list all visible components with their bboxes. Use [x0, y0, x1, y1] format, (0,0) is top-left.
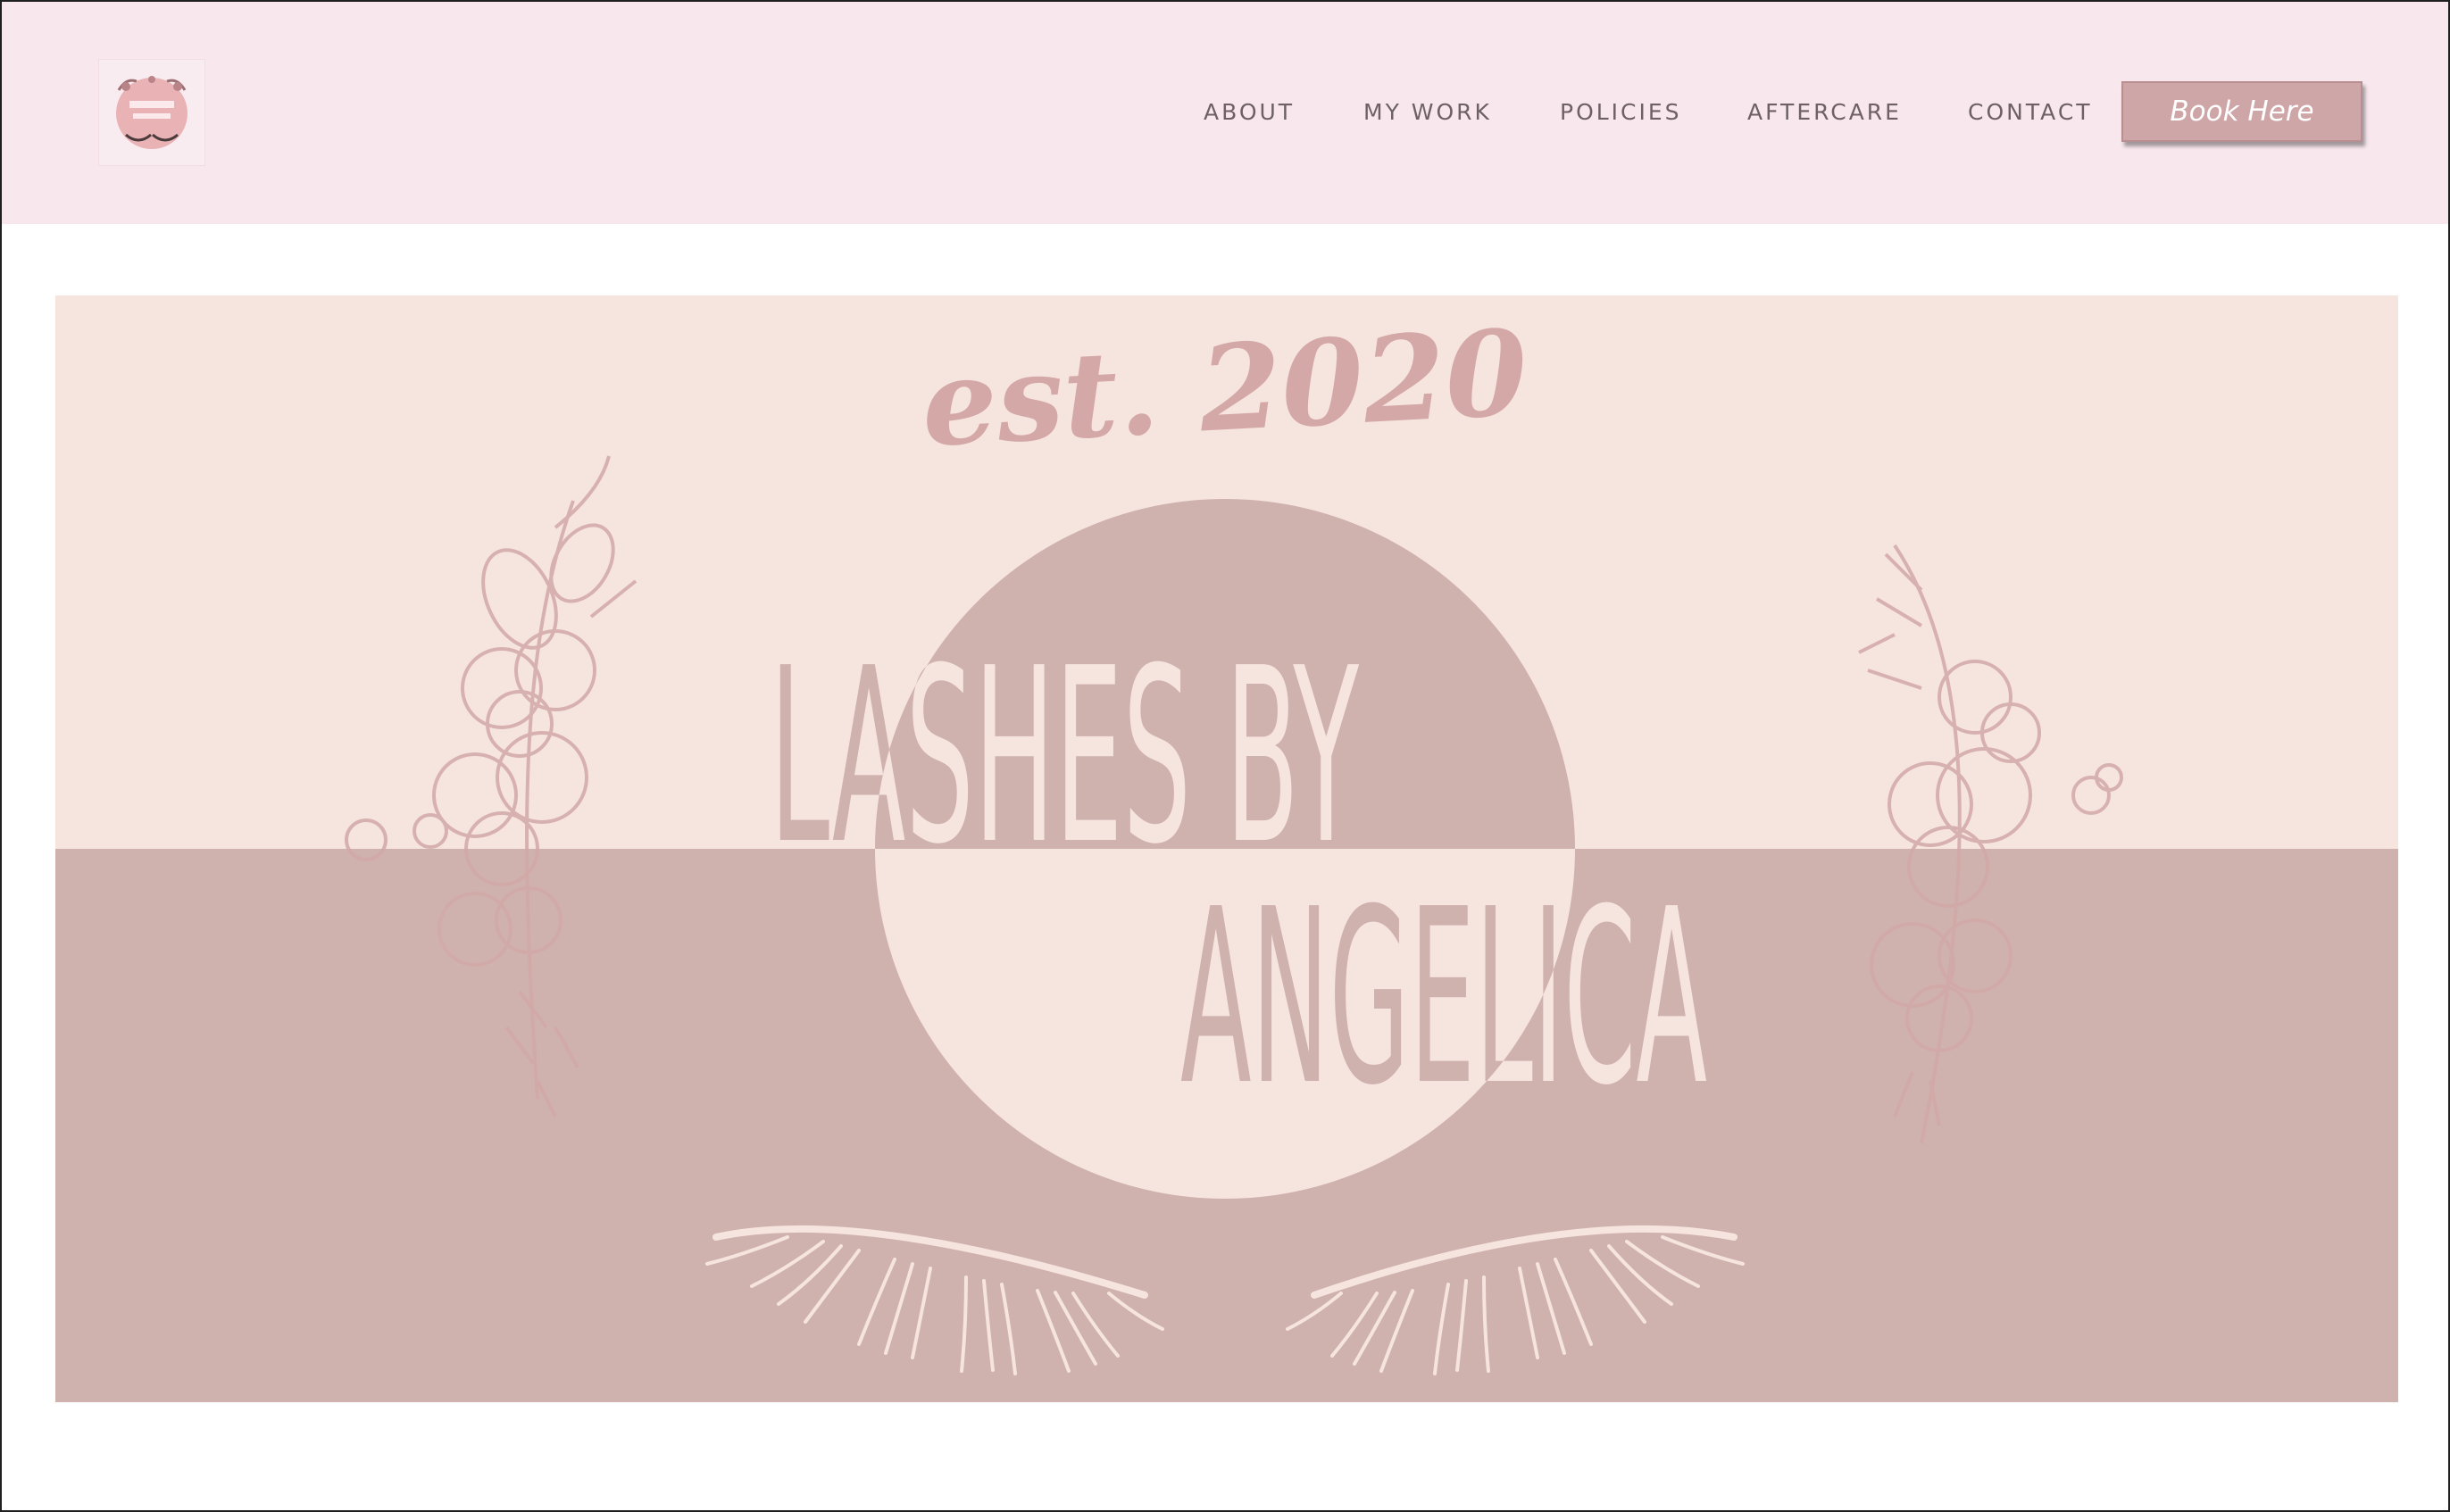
book-here-button[interactable]: Book Here: [2121, 81, 2362, 142]
hero-banner-artwork: est. 2020 LASHES BY LASHES BY ANGELICA A…: [55, 295, 2398, 1402]
nav-my-work[interactable]: MY WORK: [1363, 95, 1492, 130]
title-line-2: ANGELICA ANGELICA: [1180, 857, 1707, 1138]
nav-policies[interactable]: POLICIES: [1560, 95, 1682, 130]
site-header: ABOUT MY WORK POLICIES AFTERCARE CONTACT…: [0, 0, 2450, 224]
nav-about[interactable]: ABOUT: [1204, 95, 1295, 130]
hero-banner: est. 2020 LASHES BY LASHES BY ANGELICA A…: [55, 295, 2398, 1402]
main-nav: ABOUT MY WORK POLICIES AFTERCARE CONTACT…: [0, 0, 2450, 224]
nav-aftercare[interactable]: AFTERCARE: [1747, 95, 1902, 130]
nav-contact[interactable]: CONTACT: [1968, 95, 2093, 130]
